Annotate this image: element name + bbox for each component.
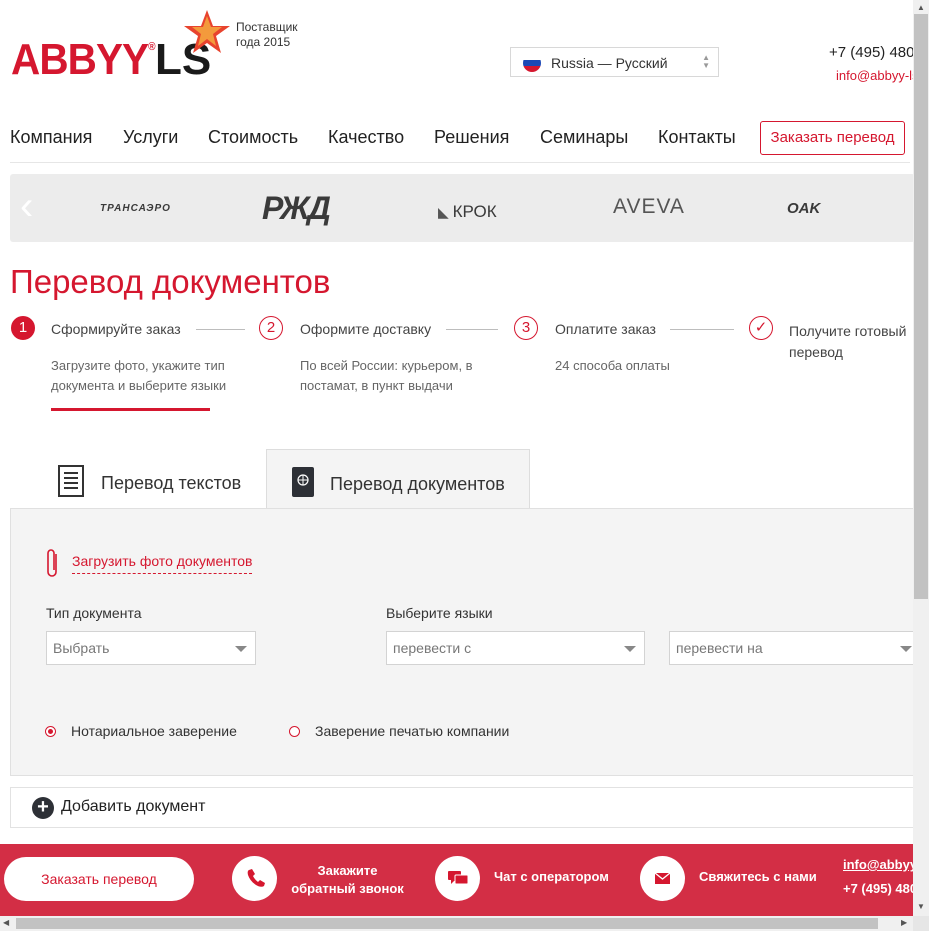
target-language-select[interactable]: перевести на <box>669 631 915 665</box>
mail-icon[interactable] <box>640 856 685 901</box>
award-star-icon <box>184 10 230 53</box>
nav-item-contacts[interactable]: Контакты <box>658 127 736 148</box>
chevron-down-icon <box>235 646 247 652</box>
chevron-down-icon <box>624 646 636 652</box>
step-1-desc: Загрузите фото, укажите тип документа и … <box>51 358 227 393</box>
scroll-up-arrow-icon[interactable]: ▲ <box>917 3 925 12</box>
nav-item-services[interactable]: Услуги <box>123 127 178 148</box>
scroll-down-arrow-icon[interactable]: ▼ <box>917 902 925 911</box>
source-language-placeholder: перевести с <box>393 640 472 656</box>
doc-type-label: Тип документа <box>46 605 142 621</box>
active-step-indicator <box>51 408 210 411</box>
step-2-desc: По всей России: курьером, в постамат, в … <box>300 358 473 393</box>
step-3-desc: 24 способа оплаты <box>555 358 670 373</box>
client-logo-aveva: AVEVA <box>613 195 685 218</box>
step-connector <box>446 329 498 330</box>
footer-phone[interactable]: +7 (495) 480 <box>843 881 917 896</box>
plus-icon[interactable]: + <box>32 797 54 819</box>
language-select[interactable]: Russia — Русский ▲ ▼ <box>510 47 719 77</box>
page-title: Перевод документов <box>10 263 331 300</box>
scroll-left-arrow-icon[interactable]: ◀ <box>3 918 9 927</box>
step-1-number: 1 <box>11 316 35 340</box>
client-logo-oak: OAK <box>787 200 821 217</box>
nav-divider <box>10 162 910 163</box>
source-language-select[interactable]: перевести с <box>386 631 645 665</box>
russia-flag-icon <box>523 54 541 72</box>
footer-callback-link[interactable]: Закажите обратный звонок <box>290 862 405 898</box>
language-value: Russia — Русский <box>551 55 668 71</box>
languages-label: Выберите языки <box>386 605 493 621</box>
footer-contact-link[interactable]: Свяжитесь с нами <box>699 868 817 886</box>
footer-email[interactable]: info@abbyy <box>843 857 917 872</box>
step-connector <box>196 329 245 330</box>
notary-radio[interactable] <box>45 726 56 737</box>
select-arrows-icon: ▲ ▼ <box>702 53 710 70</box>
step-1-title: Сформируйте заказ <box>51 321 181 337</box>
target-language-placeholder: перевести на <box>676 640 763 656</box>
client-logo-transaero: ТРАНСАЭРО <box>100 203 171 214</box>
doc-type-select[interactable]: Выбрать <box>46 631 256 665</box>
order-translation-button[interactable]: Заказать перевод <box>760 121 905 155</box>
doc-type-value: Выбрать <box>53 640 110 656</box>
header-email[interactable]: info@abbyy-ls <box>836 68 919 83</box>
step-4-title: Получите готовый перевод <box>789 323 907 360</box>
phone-icon[interactable] <box>232 856 277 901</box>
upload-photos-link[interactable]: Загрузить фото документов <box>72 553 253 574</box>
passport-icon <box>292 467 314 497</box>
company-seal-radio[interactable] <box>289 726 300 737</box>
text-document-icon <box>58 465 84 497</box>
footer-order-button[interactable]: Заказать перевод <box>4 857 194 901</box>
chevron-down-icon <box>900 646 912 652</box>
award-text: Поставщик года 2015 <box>236 20 298 49</box>
client-logo-rzd: РЖД <box>262 190 331 226</box>
vertical-scrollbar-thumb[interactable] <box>914 14 928 599</box>
step-3-number: 3 <box>514 316 538 340</box>
step-2-title: Оформите доставку <box>300 321 432 337</box>
nav-item-quality[interactable]: Качество <box>328 127 404 148</box>
abbyy-logo[interactable]: ABBYY® <box>11 35 156 85</box>
horizontal-scrollbar-thumb[interactable] <box>16 918 878 929</box>
step-4-check-icon: ✓ <box>749 316 773 340</box>
krok-text: КРОК <box>452 202 497 221</box>
scroll-right-arrow-icon[interactable]: ▶ <box>901 918 907 927</box>
tab-document-translation-label[interactable]: Перевод документов <box>330 474 505 495</box>
scrollbar-corner <box>913 916 929 931</box>
footer-chat-link[interactable]: Чат с оператором <box>494 868 609 886</box>
step-connector <box>670 329 734 330</box>
company-seal-radio-label[interactable]: Заверение печатью компании <box>315 723 509 739</box>
chevron-left-icon[interactable]: ‹ <box>20 186 33 226</box>
nav-item-company[interactable]: Компания <box>10 127 92 148</box>
nav-item-seminars[interactable]: Семинары <box>540 127 628 148</box>
add-document-button[interactable]: Добавить документ <box>61 798 205 816</box>
notary-radio-label[interactable]: Нотариальное заверение <box>71 723 237 739</box>
client-logo-krok: ◣ КРОК <box>438 202 497 221</box>
logo-abbyy-text: ABBYY <box>11 35 149 84</box>
chat-icon[interactable] <box>435 856 480 901</box>
step-2-number: 2 <box>259 316 283 340</box>
nav-item-solutions[interactable]: Решения <box>434 127 509 148</box>
step-3-title: Оплатите заказ <box>555 321 656 337</box>
tab-text-translation-label[interactable]: Перевод текстов <box>101 473 241 494</box>
paperclip-icon <box>47 549 57 577</box>
nav-item-pricing[interactable]: Стоимость <box>208 127 298 148</box>
